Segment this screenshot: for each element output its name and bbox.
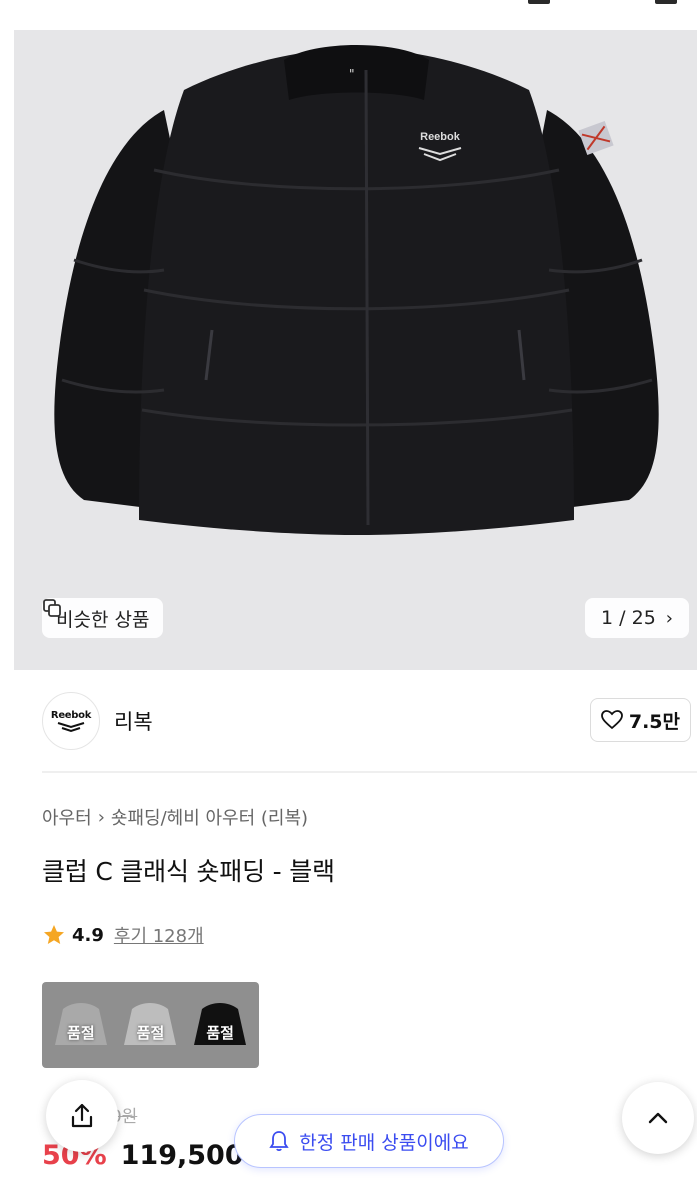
jacket-image: Reebok " [54,45,659,535]
brand-logo[interactable]: Reebok [42,692,100,750]
rating-row: 4.9 후기 128개 [42,922,204,948]
left-edge [0,30,14,670]
product-image-gallery[interactable]: Reebok " 비슷한 상품 1 / 25 › [14,30,697,670]
divider [42,771,697,773]
soldout-label: 품절 [136,1024,165,1042]
variant-thumbnail[interactable]: 품절 [188,990,252,1060]
variant-thumbnail[interactable]: 품절 [49,990,113,1060]
breadcrumb: 아우터 › 숏패딩/헤비 아우터 (리복) [42,804,308,830]
brand-name[interactable]: 리복 [114,706,153,736]
image-counter[interactable]: 1 / 25 › [585,598,689,638]
reebok-delta-icon [57,721,85,732]
toolbar-icon[interactable] [655,0,677,4]
similar-products-label: 비슷한 상품 [56,608,150,631]
limited-sale-text: 한정 판매 상품이에요 [299,1131,469,1154]
limited-sale-banner[interactable]: 한정 판매 상품이에요 [234,1114,504,1168]
color-variant-list: 품절 품절 품절 [42,982,259,1068]
jacket-logo-text: Reebok [420,131,461,143]
breadcrumb-item[interactable]: 숏패딩/헤비 아우터 (리복) [111,804,308,830]
star-icon [44,925,64,944]
chevron-up-icon [648,1112,668,1124]
soldout-label: 품절 [206,1024,234,1042]
sale-price: 119,500 [120,1140,244,1171]
scroll-top-button[interactable] [622,1082,694,1154]
brand-logo-text: Reebok [50,709,92,721]
soldout-label: 품절 [67,1024,95,1042]
chevron-right-icon: › [97,806,105,828]
bell-icon [269,1131,289,1152]
share-button[interactable] [46,1080,118,1152]
similar-products-button[interactable]: 비슷한 상품 [42,598,164,638]
breadcrumb-item[interactable]: 아우터 [42,804,92,830]
top-bar [0,0,697,30]
heart-icon [600,710,623,730]
chevron-right-icon: › [665,607,673,629]
brand-row[interactable]: Reebok 리복 7.5만 [0,670,697,770]
share-icon [71,1103,93,1128]
variant-thumbnail[interactable]: 품절 [118,990,182,1060]
review-count-link[interactable]: 후기 128개 [114,922,204,948]
like-button[interactable]: 7.5만 [589,698,691,742]
like-count: 7.5만 [628,710,680,733]
svg-text:": " [349,67,355,81]
similar-items-icon [43,599,61,617]
rating-score: 4.9 [72,924,104,946]
toolbar-icon[interactable] [528,0,550,4]
product-title: 클럽 C 클래식 숏패딩 - 블랙 [42,857,335,886]
image-counter-text: 1 / 25 [601,607,656,629]
